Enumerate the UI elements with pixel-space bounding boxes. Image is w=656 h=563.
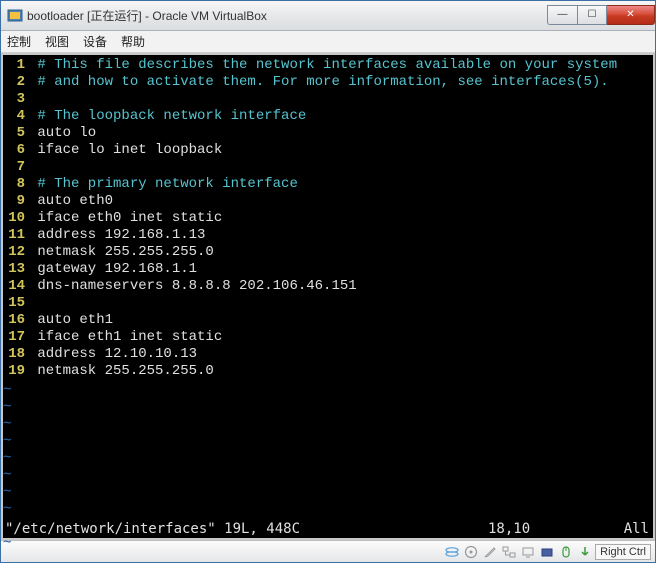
- line-text: iface eth1 inet static: [29, 329, 222, 346]
- vim-file-info: "/etc/network/interfaces" 19L, 448C: [3, 521, 488, 538]
- vm-window: bootloader [正在运行] - Oracle VM VirtualBox…: [0, 0, 656, 563]
- line-text: auto eth0: [29, 193, 113, 210]
- menu-view[interactable]: 视图: [45, 33, 69, 50]
- line-number: 7: [3, 159, 29, 176]
- line-text: address 192.168.1.13: [29, 227, 205, 244]
- editor-line: 7: [3, 159, 653, 176]
- disk-icon[interactable]: [443, 544, 460, 560]
- app-icon: [7, 8, 23, 24]
- minimize-button[interactable]: —: [547, 5, 577, 25]
- line-number: 11: [3, 227, 29, 244]
- editor-line: 15: [3, 295, 653, 312]
- line-number: 9: [3, 193, 29, 210]
- line-number: 6: [3, 142, 29, 159]
- line-text: # The primary network interface: [29, 176, 298, 193]
- line-text: # This file describes the network interf…: [29, 57, 617, 74]
- window-title: bootloader [正在运行] - Oracle VM VirtualBox: [27, 7, 547, 24]
- line-number: 15: [3, 295, 29, 312]
- terminal-container: 1 # This file describes the network inte…: [1, 53, 655, 540]
- line-text: auto lo: [29, 125, 96, 142]
- pen-icon[interactable]: [481, 544, 498, 560]
- network-icon[interactable]: [500, 544, 517, 560]
- window-controls: — ☐ ✕: [547, 6, 655, 26]
- mouse-icon[interactable]: [557, 544, 574, 560]
- line-text: # The loopback network interface: [29, 108, 306, 125]
- line-number: 5: [3, 125, 29, 142]
- line-number: 1: [3, 57, 29, 74]
- editor-line: 4 # The loopback network interface: [3, 108, 653, 125]
- vim-statusline: "/etc/network/interfaces" 19L, 448C 18,1…: [3, 521, 653, 538]
- maximize-button[interactable]: ☐: [577, 5, 607, 25]
- menu-control[interactable]: 控制: [7, 33, 31, 50]
- vim-cursor-pos: 18,10: [488, 521, 608, 538]
- line-number: 13: [3, 261, 29, 278]
- close-button[interactable]: ✕: [607, 5, 655, 25]
- editor-line: 5 auto lo: [3, 125, 653, 142]
- line-number: 19: [3, 363, 29, 380]
- line-text: iface lo inet loopback: [29, 142, 222, 159]
- line-text: netmask 255.255.255.0: [29, 363, 214, 380]
- display-icon[interactable]: [519, 544, 536, 560]
- line-number: 16: [3, 312, 29, 329]
- line-text: gateway 192.168.1.1: [29, 261, 197, 278]
- line-text: address 12.10.10.13: [29, 346, 197, 363]
- editor-line: 2 # and how to activate them. For more i…: [3, 74, 653, 91]
- editor-line: 11 address 192.168.1.13: [3, 227, 653, 244]
- line-text: auto eth1: [29, 312, 113, 329]
- editor-line: 6 iface lo inet loopback: [3, 142, 653, 159]
- editor-line: 10 iface eth0 inet static: [3, 210, 653, 227]
- arrow-icon[interactable]: [576, 544, 593, 560]
- line-text: dns-nameservers 8.8.8.8 202.106.46.151: [29, 278, 357, 295]
- line-number: 10: [3, 210, 29, 227]
- shared-icon[interactable]: [538, 544, 555, 560]
- editor-line: 3: [3, 91, 653, 108]
- editor-line: 8 # The primary network interface: [3, 176, 653, 193]
- editor-line: 19 netmask 255.255.255.0: [3, 363, 653, 380]
- menubar: 控制 视图 设备 帮助: [1, 31, 655, 53]
- menu-help[interactable]: 帮助: [121, 33, 145, 50]
- line-number: 18: [3, 346, 29, 363]
- editor-line: 17 iface eth1 inet static: [3, 329, 653, 346]
- terminal[interactable]: 1 # This file describes the network inte…: [3, 55, 653, 538]
- line-number: 17: [3, 329, 29, 346]
- line-text: iface eth0 inet static: [29, 210, 222, 227]
- titlebar[interactable]: bootloader [正在运行] - Oracle VM VirtualBox…: [1, 1, 655, 31]
- editor-line: 1 # This file describes the network inte…: [3, 57, 653, 74]
- host-key-indicator[interactable]: Right Ctrl: [595, 544, 651, 560]
- optical-icon[interactable]: [462, 544, 479, 560]
- line-number: 8: [3, 176, 29, 193]
- line-text: netmask 255.255.255.0: [29, 244, 214, 261]
- line-text: # and how to activate them. For more inf…: [29, 74, 609, 91]
- editor-line: 14 dns-nameservers 8.8.8.8 202.106.46.15…: [3, 278, 653, 295]
- editor-line: 13 gateway 192.168.1.1: [3, 261, 653, 278]
- editor-line: 12 netmask 255.255.255.0: [3, 244, 653, 261]
- vm-statusbar: Right Ctrl: [1, 540, 655, 562]
- editor-line: 18 address 12.10.10.13: [3, 346, 653, 363]
- editor-line: 9 auto eth0: [3, 193, 653, 210]
- line-number: 4: [3, 108, 29, 125]
- line-number: 2: [3, 74, 29, 91]
- vim-scroll-pct: All: [608, 521, 653, 538]
- line-number: 3: [3, 91, 29, 108]
- menu-devices[interactable]: 设备: [83, 33, 107, 50]
- editor-line: 16 auto eth1: [3, 312, 653, 329]
- line-number: 12: [3, 244, 29, 261]
- line-number: 14: [3, 278, 29, 295]
